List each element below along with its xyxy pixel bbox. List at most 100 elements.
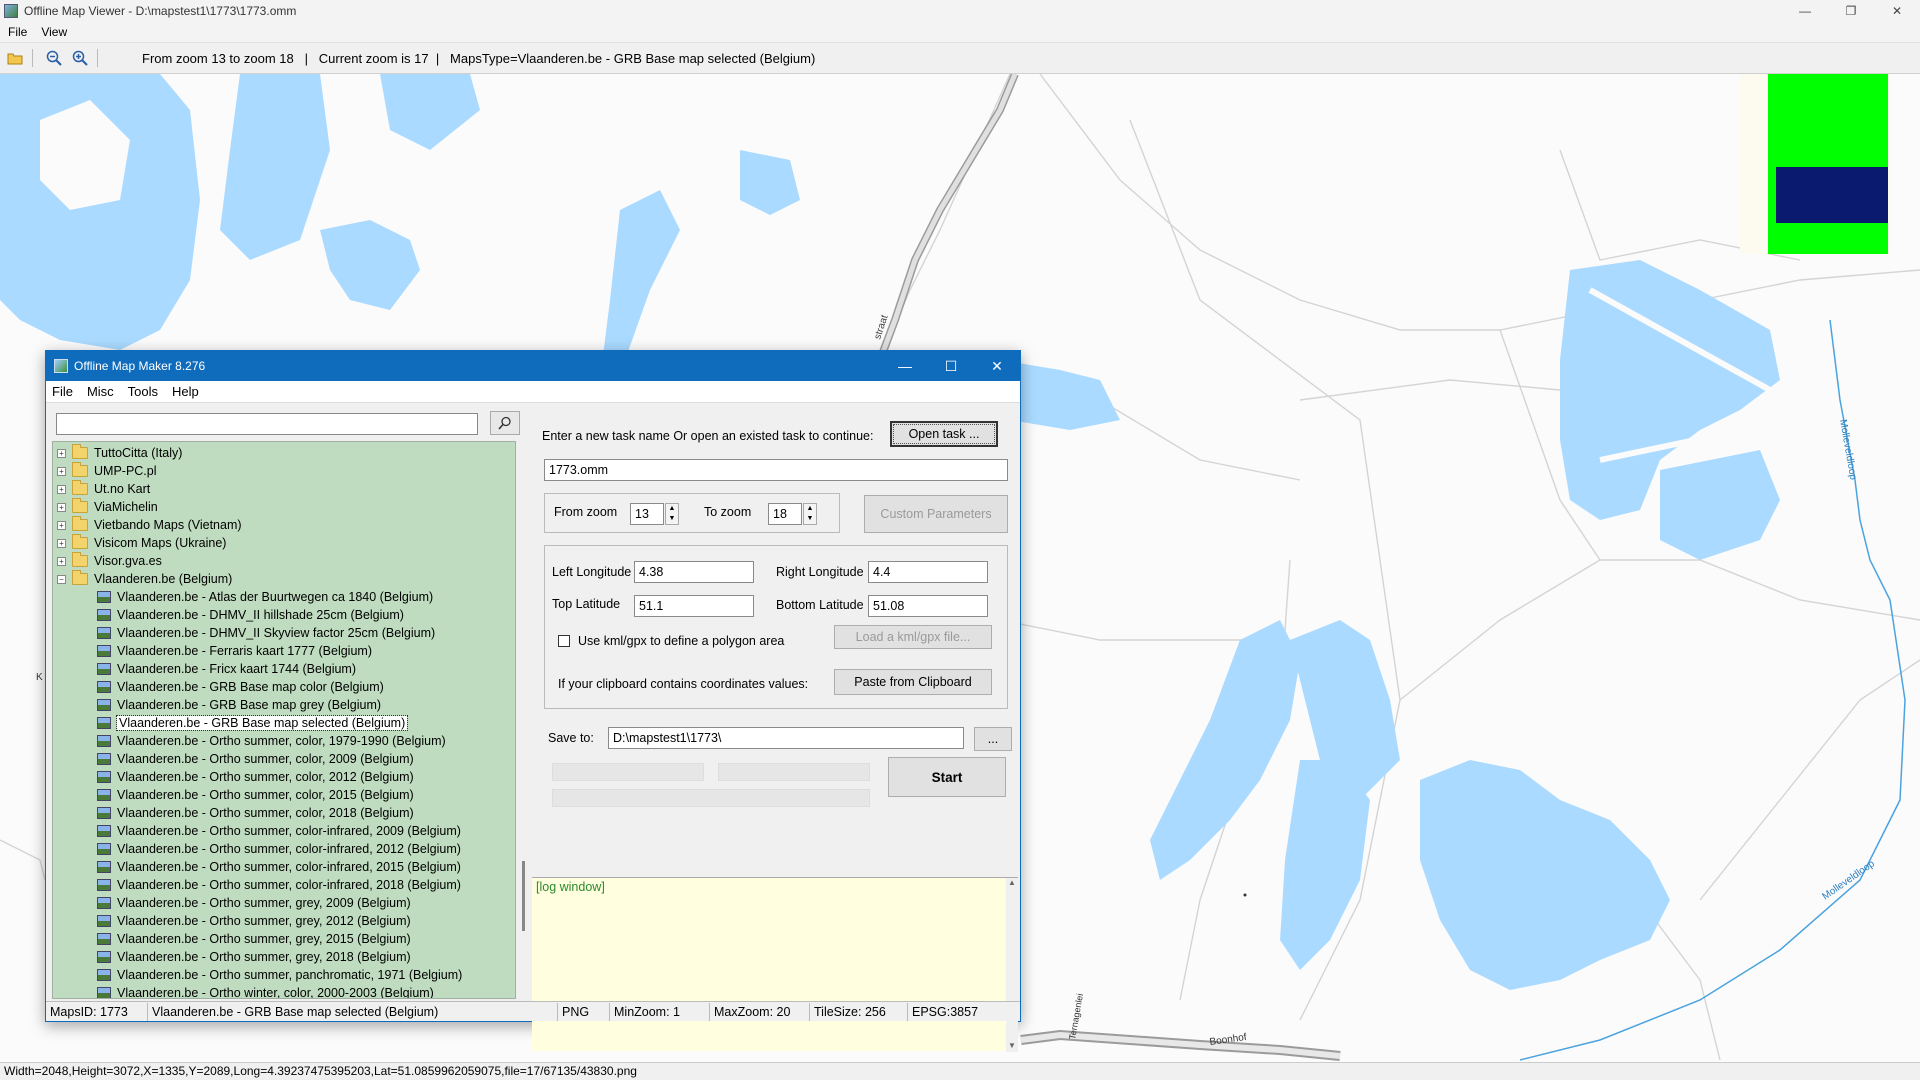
tree-map-item[interactable]: Vlaanderen.be - Ortho summer, color-infr… bbox=[97, 822, 461, 840]
tree-map-item[interactable]: Vlaanderen.be - Ortho summer, color-infr… bbox=[97, 840, 461, 858]
tree-folder[interactable]: + Visicom Maps (Ukraine) bbox=[57, 534, 226, 552]
log-window[interactable]: [log window] ▲ ▼ bbox=[532, 877, 1018, 1052]
expand-icon[interactable]: + bbox=[57, 520, 66, 530]
start-button[interactable]: Start bbox=[888, 757, 1006, 797]
expand-icon[interactable]: + bbox=[57, 556, 66, 566]
top-latitude-input[interactable] bbox=[634, 595, 754, 617]
tree-map-item[interactable]: Vlaanderen.be - Ortho summer, grey, 2015… bbox=[97, 930, 411, 948]
restore-button[interactable]: ❐ bbox=[1828, 0, 1874, 22]
menu-tools[interactable]: Tools bbox=[128, 384, 158, 399]
minimap-area bbox=[1768, 74, 1888, 254]
bottom-latitude-label: Bottom Latitude bbox=[776, 598, 864, 612]
tree-item-label: Vlaanderen.be - GRB Base map grey (Belgi… bbox=[117, 698, 382, 712]
save-to-input[interactable] bbox=[608, 727, 964, 749]
tree-map-item[interactable]: Vlaanderen.be - Fricx kaart 1744 (Belgiu… bbox=[97, 660, 356, 678]
task-name-input[interactable] bbox=[544, 459, 1008, 481]
map-icon bbox=[97, 681, 111, 693]
tree-folder[interactable]: + ViaMichelin bbox=[57, 498, 158, 516]
map-icon bbox=[97, 915, 111, 927]
zoom-in-icon[interactable] bbox=[69, 47, 91, 69]
tree-map-item[interactable]: Vlaanderen.be - DHMV_II Skyview factor 2… bbox=[97, 624, 435, 642]
tree-scrollbar[interactable] bbox=[518, 441, 530, 999]
zoom-out-icon[interactable] bbox=[43, 47, 65, 69]
right-longitude-input[interactable] bbox=[868, 561, 988, 583]
tree-map-item[interactable]: Vlaanderen.be - Ortho summer, color, 197… bbox=[97, 732, 446, 750]
tree-map-item[interactable]: Vlaanderen.be - GRB Base map grey (Belgi… bbox=[97, 696, 381, 714]
log-scrollbar[interactable]: ▲ ▼ bbox=[1006, 878, 1018, 1052]
from-zoom-stepper[interactable]: ▲ ▼ bbox=[665, 503, 679, 525]
browse-button[interactable]: ... bbox=[974, 727, 1012, 751]
app-icon bbox=[54, 359, 68, 373]
to-zoom-input[interactable] bbox=[768, 503, 802, 525]
left-longitude-input[interactable] bbox=[634, 561, 754, 583]
tree-map-item[interactable]: Vlaanderen.be - DHMV_II hillshade 25cm (… bbox=[97, 606, 404, 624]
from-zoom-input[interactable] bbox=[630, 503, 664, 525]
toolbar-separator bbox=[97, 49, 98, 67]
menu-help[interactable]: Help bbox=[172, 384, 199, 399]
tree-map-item[interactable]: Vlaanderen.be - Ortho summer, grey, 2012… bbox=[97, 912, 411, 930]
search-input[interactable] bbox=[56, 413, 478, 435]
expand-icon[interactable]: + bbox=[57, 448, 66, 458]
paste-clipboard-button[interactable]: Paste from Clipboard bbox=[834, 669, 992, 695]
map-source-tree[interactable]: + TuttoCitta (Italy) + UMP-PC.pl + Ut.no Kart… bbox=[52, 441, 516, 999]
tree-item-label: Vlaanderen.be - Ortho summer, color, 201… bbox=[117, 788, 414, 802]
use-kml-checkbox[interactable] bbox=[558, 635, 570, 647]
tree-map-item[interactable]: Vlaanderen.be - Ortho summer, color, 201… bbox=[97, 804, 414, 822]
tree-item-label: Vlaanderen.be - Ortho summer, panchromat… bbox=[117, 968, 463, 982]
close-button[interactable]: ✕ bbox=[1874, 0, 1920, 22]
tree-map-item[interactable]: Vlaanderen.be - Ortho summer, grey, 2018… bbox=[97, 948, 411, 966]
search-button[interactable] bbox=[490, 411, 520, 435]
close-button[interactable]: ✕ bbox=[974, 351, 1020, 381]
minimize-button[interactable]: — bbox=[1782, 0, 1828, 22]
menu-file[interactable]: File bbox=[52, 384, 73, 399]
tree-item-label: Vietbando Maps (Vietnam) bbox=[94, 518, 242, 532]
viewer-status-bar: Width=2048,Height=3072,X=1335,Y=2089,Lon… bbox=[0, 1062, 1920, 1080]
tree-folder[interactable]: + Visor.gva.es bbox=[57, 552, 162, 570]
dialog-menubar: File Misc Tools Help bbox=[46, 381, 1020, 403]
collapse-icon[interactable]: − bbox=[57, 574, 66, 584]
status-map-name: Vlaanderen.be - GRB Base map selected (B… bbox=[148, 1002, 558, 1021]
tree-map-item[interactable]: Vlaanderen.be - Ortho summer, color-infr… bbox=[97, 858, 461, 876]
custom-parameters-button[interactable]: Custom Parameters bbox=[864, 495, 1008, 533]
tree-map-item[interactable]: Vlaanderen.be - Ortho summer, color, 200… bbox=[97, 750, 414, 768]
maximize-button[interactable]: ☐ bbox=[928, 351, 974, 381]
bottom-latitude-input[interactable] bbox=[868, 595, 988, 617]
menu-file[interactable]: File bbox=[8, 25, 27, 39]
tree-item-label: Vlaanderen.be - Ortho summer, color-infr… bbox=[117, 842, 461, 856]
tree-map-item[interactable]: Vlaanderen.be - Ferraris kaart 1777 (Bel… bbox=[97, 642, 372, 660]
tree-map-item[interactable]: Vlaanderen.be - Ortho summer, color-infr… bbox=[97, 876, 461, 894]
minimize-button[interactable]: — bbox=[882, 351, 928, 381]
expand-icon[interactable]: + bbox=[57, 466, 66, 476]
tree-map-item[interactable]: Vlaanderen.be - Ortho summer, color, 201… bbox=[97, 768, 414, 786]
minimap-viewport[interactable] bbox=[1776, 167, 1888, 223]
expand-icon[interactable]: + bbox=[57, 538, 66, 548]
tree-folder[interactable]: − Vlaanderen.be (Belgium) bbox=[57, 570, 232, 588]
tree-map-item[interactable]: Vlaanderen.be - GRB Base map color (Belg… bbox=[97, 678, 384, 696]
load-kml-button[interactable]: Load a kml/gpx file... bbox=[834, 625, 992, 649]
to-zoom-stepper[interactable]: ▲ ▼ bbox=[803, 503, 817, 525]
menu-misc[interactable]: Misc bbox=[87, 384, 114, 399]
tree-item-label: Vlaanderen.be - GRB Base map color (Belg… bbox=[117, 680, 384, 694]
tree-map-item[interactable]: Vlaanderen.be - Ortho summer, grey, 2009… bbox=[97, 894, 411, 912]
scrollbar-thumb[interactable] bbox=[522, 861, 525, 931]
tree-map-item[interactable]: Vlaanderen.be - GRB Base map selected (B… bbox=[97, 714, 409, 732]
tree-item-label: Vlaanderen.be - Ortho summer, grey, 2012… bbox=[117, 914, 411, 928]
expand-icon[interactable]: + bbox=[57, 484, 66, 494]
tree-map-item[interactable]: Vlaanderen.be - Atlas der Buurtwegen ca … bbox=[97, 588, 433, 606]
tree-folder[interactable]: + Vietbando Maps (Vietnam) bbox=[57, 516, 242, 534]
tree-map-item[interactable]: Vlaanderen.be - Ortho summer, color, 201… bbox=[97, 786, 414, 804]
tree-folder[interactable]: + TuttoCitta (Italy) bbox=[57, 444, 182, 462]
dialog-titlebar[interactable]: Offline Map Maker 8.276 — ☐ ✕ bbox=[46, 351, 1020, 381]
open-folder-icon[interactable] bbox=[4, 47, 26, 69]
tree-folder[interactable]: + Ut.no Kart bbox=[57, 480, 150, 498]
open-task-button[interactable]: Open task ... bbox=[890, 421, 998, 447]
tree-item-label: Vlaanderen.be - Ortho summer, color, 197… bbox=[117, 734, 446, 748]
tree-map-item[interactable]: Vlaanderen.be - Ortho winter, color, 200… bbox=[97, 984, 434, 998]
expand-icon[interactable]: + bbox=[57, 502, 66, 512]
status-epsg: EPSG:3857 bbox=[912, 1004, 979, 1019]
tree-folder[interactable]: + UMP-PC.pl bbox=[57, 462, 157, 480]
task-settings-pane: Enter a new task name Or open an existed… bbox=[532, 407, 1018, 1052]
map-icon bbox=[97, 879, 111, 891]
menu-view[interactable]: View bbox=[41, 25, 67, 39]
tree-map-item[interactable]: Vlaanderen.be - Ortho summer, panchromat… bbox=[97, 966, 462, 984]
